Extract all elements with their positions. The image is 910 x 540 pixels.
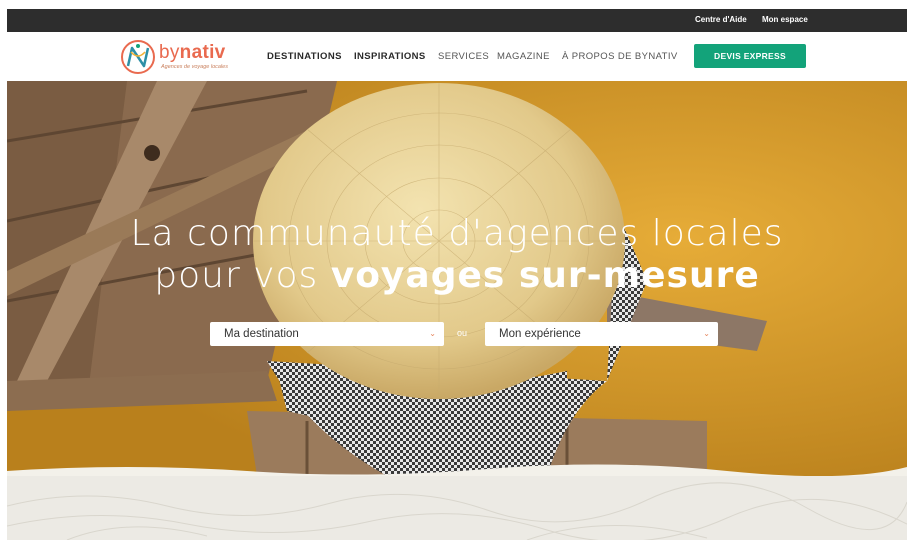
bynativ-logo[interactable]: bynativ Agences de voyage locales <box>119 38 259 76</box>
destination-select[interactable]: Ma destination ⌄ <box>210 322 444 346</box>
main-navbar: bynativ Agences de voyage locales DESTIN… <box>7 32 907 81</box>
topographic-pattern <box>7 482 907 540</box>
nav-inspirations[interactable]: INSPIRATIONS <box>354 51 426 62</box>
nav-services[interactable]: SERVICES <box>438 51 489 62</box>
select-separator: ou <box>457 328 468 338</box>
logo-emblem-icon <box>121 40 155 74</box>
destination-select-value: Ma destination <box>224 328 299 340</box>
headline-line-2: pour vos voyages sur-mesure <box>154 255 760 296</box>
experience-select-value: Mon expérience <box>499 328 581 340</box>
chevron-down-icon: ⌄ <box>429 329 436 338</box>
hero-headline: La communauté d'agences locales pour vos… <box>7 213 907 297</box>
devis-express-button[interactable]: DEVIS EXPRESS <box>694 44 806 68</box>
my-account-link[interactable]: Mon espace <box>762 15 808 24</box>
nav-destinations[interactable]: DESTINATIONS <box>267 51 342 62</box>
nav-about[interactable]: À PROPOS DE BYNATIV <box>562 51 678 62</box>
headline-line-1: La communauté d'agences locales <box>130 213 784 254</box>
experience-select[interactable]: Mon expérience ⌄ <box>485 322 718 346</box>
top-utility-bar: Centre d'Aide Mon espace <box>7 9 907 32</box>
help-center-link[interactable]: Centre d'Aide <box>695 15 747 24</box>
hero-section: La communauté d'agences locales pour vos… <box>7 81 907 476</box>
page-frame: Centre d'Aide Mon espace bynativ Agences… <box>7 9 907 540</box>
logo-wordmark: bynativ <box>159 42 226 63</box>
nav-magazine[interactable]: MAGAZINE <box>497 51 550 62</box>
chevron-down-icon: ⌄ <box>703 329 710 338</box>
logo-tagline: Agences de voyage locales <box>161 64 228 70</box>
content-section-start <box>7 476 907 540</box>
